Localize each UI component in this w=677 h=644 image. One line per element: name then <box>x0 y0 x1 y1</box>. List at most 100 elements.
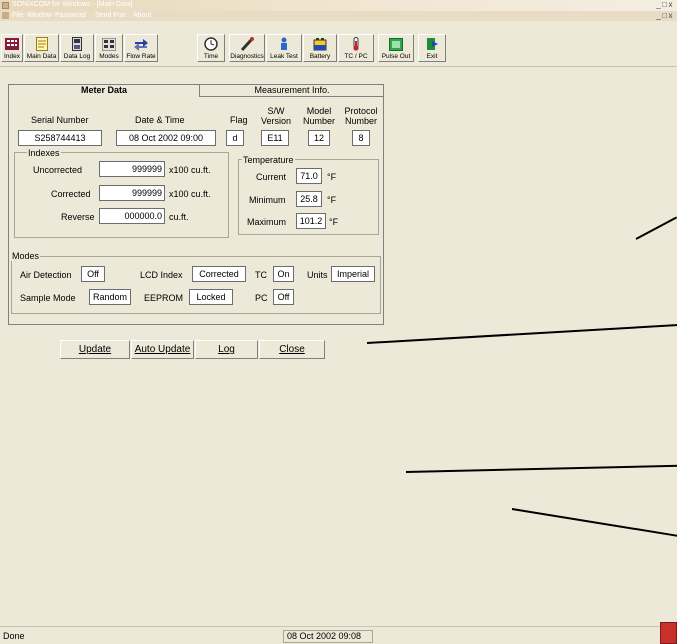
minimum-temp-label: Minimum <box>249 195 286 205</box>
current-temp-field[interactable]: 71.0 <box>296 168 322 184</box>
title-bar: SONIXCOM for Windows - [Main Data] _□x <box>0 0 677 11</box>
protocol-number-field[interactable]: 8 <box>352 130 370 146</box>
toolbar-modes-button[interactable]: Modes <box>95 34 123 62</box>
taskbar-corner-icon[interactable] <box>660 622 677 644</box>
toolbar-main-data-button[interactable]: Main Data <box>24 34 59 62</box>
toolbar-leak-test-button[interactable]: Leak Test <box>266 34 302 62</box>
app-icon[interactable] <box>2 2 9 9</box>
tab-measurement-info[interactable]: Measurement Info. <box>199 84 384 97</box>
maximum-temp-unit: °F <box>329 217 339 227</box>
indexes-title: Indexes <box>27 148 61 158</box>
person-icon <box>276 37 292 51</box>
corrected-unit: x100 cu.ft. <box>169 189 211 199</box>
window-title: SONIXCOM for Windows - [Main Data] <box>12 1 133 8</box>
protocol-number-label-line1: Protocol <box>344 106 378 116</box>
annotation-line <box>405 464 677 473</box>
protocol-number-label-line2: Number <box>344 116 377 126</box>
air-detection-field[interactable]: Off <box>81 266 105 282</box>
modes-icon <box>101 37 117 51</box>
toolbar-diagnostics-button[interactable]: Diagnostics <box>229 34 265 62</box>
sample-mode-field[interactable]: Random <box>89 289 131 305</box>
toolbar-exit-button[interactable]: Exit <box>418 34 446 62</box>
flag-label: Flag <box>230 115 248 125</box>
grid-icon <box>4 37 20 51</box>
serial-number-label: Serial Number <box>31 115 89 125</box>
toolbar-time-button[interactable]: Time <box>197 34 225 62</box>
toolbar: Index Main Data Data Log Modes Flow Rate… <box>0 21 677 67</box>
menu-send-port[interactable]: Send Port <box>95 12 126 19</box>
update-button[interactable]: Update <box>60 340 130 359</box>
probe-icon <box>239 37 255 51</box>
corrected-label: Corrected <box>51 189 91 199</box>
menu-about[interactable]: About <box>133 12 151 19</box>
clock-icon <box>203 37 219 51</box>
menu-file[interactable]: File <box>12 12 23 19</box>
date-time-label: Date & Time <box>135 115 185 125</box>
annotation-line <box>366 324 677 344</box>
close-button[interactable]: Close <box>259 340 325 359</box>
tc-field[interactable]: On <box>273 266 294 282</box>
menu-password[interactable]: Password <box>55 12 86 19</box>
model-number-field[interactable]: 12 <box>308 130 330 146</box>
uncorrected-field[interactable]: 999999 <box>99 161 165 177</box>
flow-arrows-icon <box>133 37 149 51</box>
close-window-button[interactable]: x <box>668 1 674 9</box>
toolbar-pulse-out-button[interactable]: Pulse Out <box>378 34 414 62</box>
uncorrected-unit: x100 cu.ft. <box>169 165 211 175</box>
lcd-index-field[interactable]: Corrected <box>192 266 246 282</box>
tab-meter-data[interactable]: Meter Data <box>9 84 199 97</box>
model-number-label-line1: Model <box>306 106 332 116</box>
eeprom-label: EEPROM <box>144 293 184 303</box>
reverse-field[interactable]: 000000.0 <box>99 208 165 224</box>
units-field[interactable]: Imperial <box>331 266 375 282</box>
status-bar: Done 08 Oct 2002 09:08 <box>0 626 677 644</box>
serial-number-field[interactable]: S258744413 <box>18 130 102 146</box>
auto-update-button[interactable]: Auto Update <box>131 340 194 359</box>
document-icon <box>34 37 50 51</box>
status-text: Done <box>3 631 25 641</box>
reverse-label: Reverse <box>61 212 95 222</box>
log-button[interactable]: Log <box>195 340 258 359</box>
eeprom-field[interactable]: Locked <box>189 289 233 305</box>
sample-mode-label: Sample Mode <box>20 293 76 303</box>
document-icon[interactable] <box>2 12 9 19</box>
uncorrected-label: Uncorrected <box>33 165 83 175</box>
temperature-title: Temperature <box>242 155 295 165</box>
sw-version-field[interactable]: E11 <box>261 130 289 146</box>
menu-window[interactable]: Window <box>27 12 52 19</box>
window-controls: _□x <box>656 1 674 9</box>
child-window-controls: _□x <box>656 12 674 20</box>
reverse-unit: cu.ft. <box>169 212 189 222</box>
tc-label: TC <box>255 270 267 280</box>
pulse-icon <box>388 37 404 51</box>
model-number-label-line2: Number <box>302 116 335 126</box>
maximum-temp-field[interactable]: 101.2 <box>296 213 326 229</box>
minimum-temp-field[interactable]: 25.8 <box>296 191 322 207</box>
toolbar-battery-button[interactable]: Battery <box>303 34 337 62</box>
current-temp-label: Current <box>256 172 287 182</box>
annotation-line <box>511 508 677 538</box>
toolbar-index-button[interactable]: Index <box>1 34 23 62</box>
air-detection-label: Air Detection <box>20 270 72 280</box>
sw-version-label-line1: S/W <box>267 106 285 116</box>
lcd-index-label: LCD Index <box>140 270 183 280</box>
toolbar-data-log-button[interactable]: Data Log <box>60 34 94 62</box>
sw-version-label-line2: Version <box>260 116 292 126</box>
modes-title: Modes <box>11 251 41 261</box>
battery-icon <box>312 37 328 51</box>
meter-icon <box>69 37 85 51</box>
pc-label: PC <box>255 293 268 303</box>
thermometer-icon <box>348 37 364 51</box>
exit-icon <box>424 37 440 51</box>
child-close-button[interactable]: x <box>668 12 674 20</box>
pc-field[interactable]: Off <box>273 289 294 305</box>
toolbar-tc-pc-button[interactable]: TC / PC <box>338 34 374 62</box>
menu-bar: File Window Password Send Port About _□x <box>0 11 677 21</box>
meter-data-panel: Meter Data Measurement Info. Serial Numb… <box>8 84 384 325</box>
toolbar-flow-rate-button[interactable]: Flow Rate <box>124 34 158 62</box>
date-time-field[interactable]: 08 Oct 2002 09:00 <box>116 130 216 146</box>
minimum-temp-unit: °F <box>327 195 337 205</box>
modes-group <box>11 256 381 314</box>
corrected-field[interactable]: 999999 <box>99 185 165 201</box>
flag-field[interactable]: d <box>226 130 244 146</box>
